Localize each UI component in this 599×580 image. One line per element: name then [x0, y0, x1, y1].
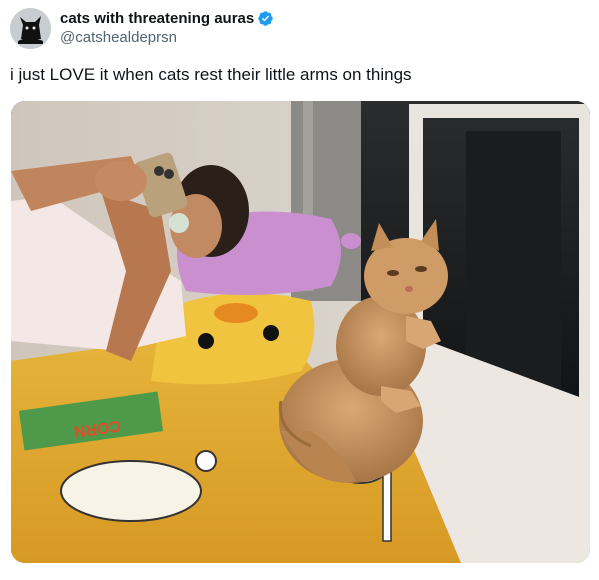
photo-scene: CORN [11, 101, 590, 563]
tweet-photo[interactable]: CORN [11, 101, 590, 563]
tweet-text: i just LOVE it when cats rest their litt… [10, 65, 412, 84]
verified-badge-icon [258, 11, 273, 26]
avatar[interactable] [10, 7, 51, 49]
author-handle[interactable]: @catshealdeprsn [60, 28, 274, 47]
display-name[interactable]: cats with threatening auras [60, 9, 254, 28]
black-cat-avatar-icon [10, 7, 51, 49]
tweet-header: cats with threatening auras @catshealdep… [10, 7, 274, 49]
author-names: cats with threatening auras @catshealdep… [60, 9, 274, 47]
